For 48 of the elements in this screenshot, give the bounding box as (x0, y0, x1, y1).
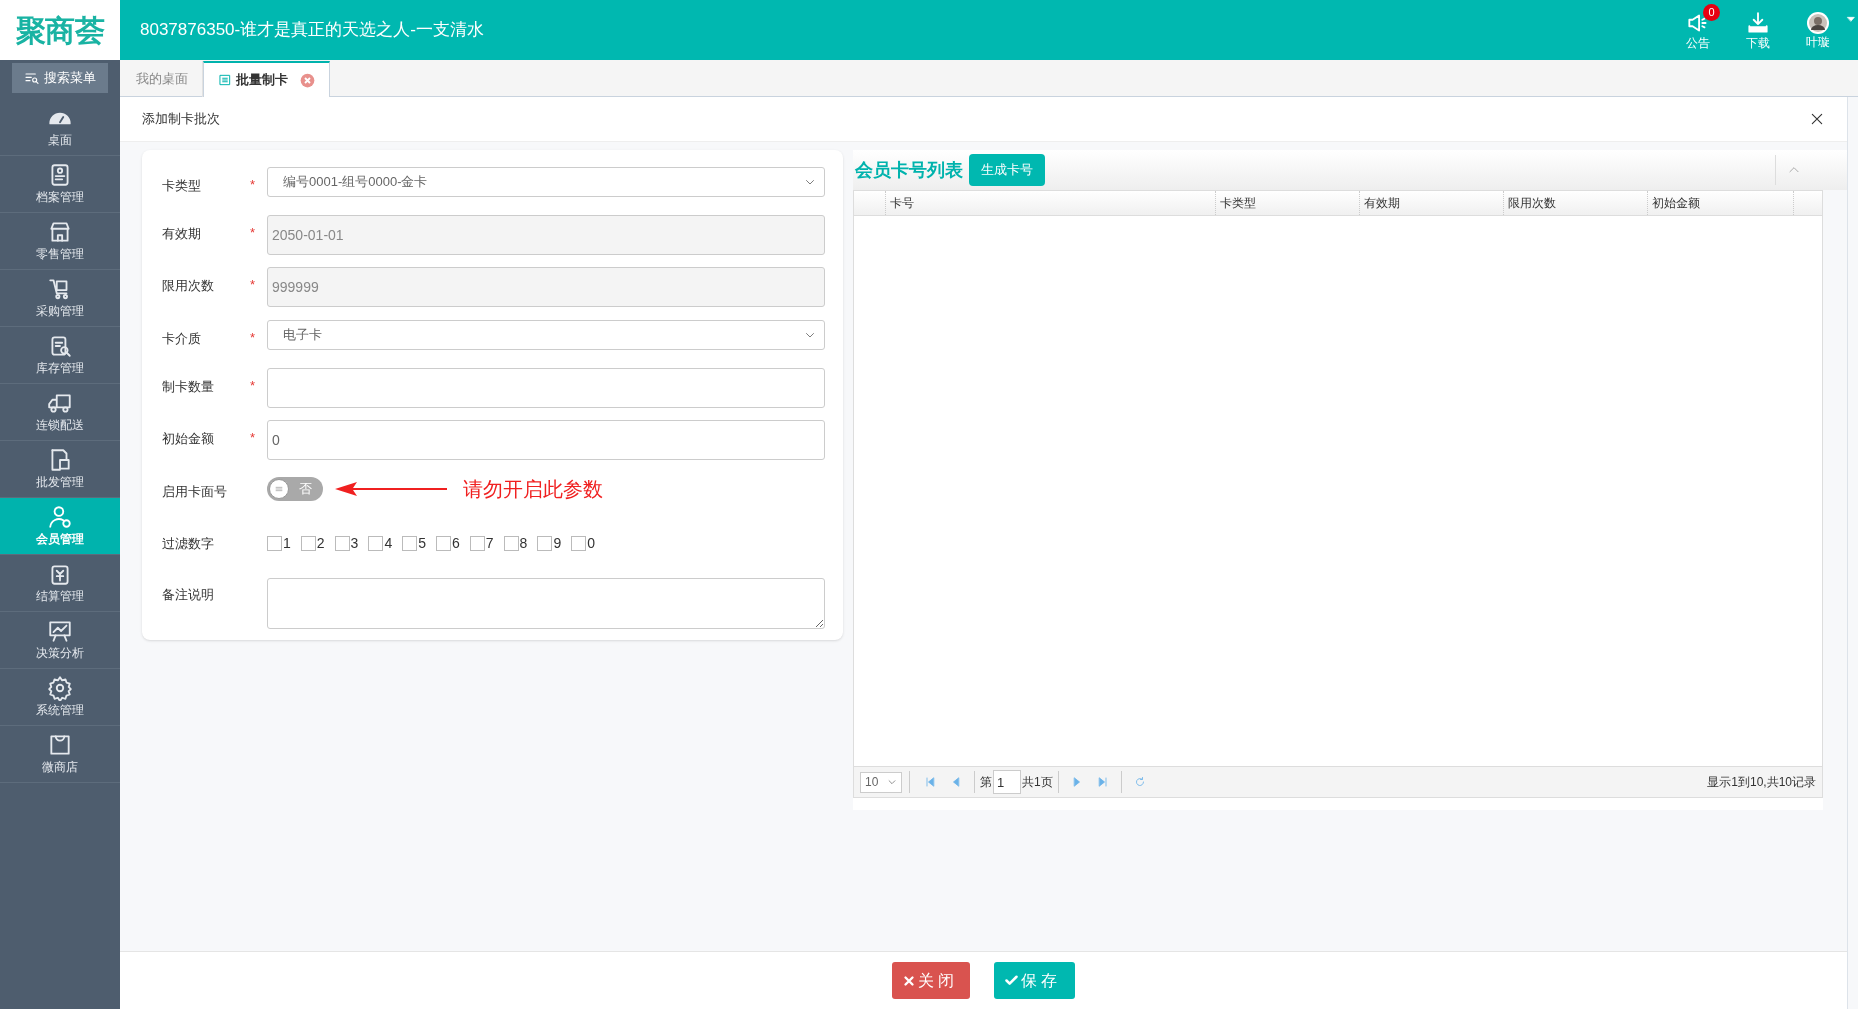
column-header: 初始金额 (1648, 191, 1794, 215)
required-mark: * (250, 177, 256, 192)
notification-badge: 0 (1703, 4, 1720, 21)
checkbox[interactable]: 2 (300, 532, 325, 554)
checkbox[interactable]: 0 (571, 532, 595, 554)
field-label: 启用卡面号 (162, 483, 227, 502)
required-mark: * (250, 430, 256, 446)
tab[interactable]: 批量制卡 (203, 61, 330, 97)
required-mark: * (250, 224, 256, 240)
column-header: 有效期 (1360, 191, 1504, 215)
page-size-select[interactable]: 10 (860, 771, 902, 793)
field-label: 卡类型 (162, 177, 201, 195)
record-summary: 显示1到10,共10记录 (1707, 774, 1816, 791)
search-menu-button[interactable]: 搜索菜单 (12, 63, 108, 93)
logo: 聚商荟 (16, 12, 104, 49)
required-mark: * (250, 330, 256, 346)
checkbox[interactable]: 4 (368, 532, 393, 554)
checkbox[interactable]: 7 (469, 532, 494, 554)
column-header: 限用次数 (1504, 191, 1648, 215)
field-label: 备注说明 (162, 586, 214, 605)
checkbox[interactable]: 9 (537, 532, 562, 554)
warning-note: 请勿开启此参数 (463, 477, 603, 503)
dialog-title: 添加制卡批次 (142, 110, 220, 129)
close-dialog-button[interactable]: 关闭 (892, 962, 970, 999)
field-label: 过滤数字 (162, 534, 214, 553)
input-field[interactable]: 0 (267, 420, 825, 461)
field-label: 有效期 (162, 224, 201, 243)
select-field[interactable]: 电子卡 (267, 320, 825, 351)
checkbox[interactable]: 1 (267, 532, 291, 554)
checkbox[interactable]: 5 (402, 532, 426, 554)
checkbox[interactable]: 8 (503, 532, 528, 554)
notice-button[interactable]: 公告 0 (1668, 0, 1728, 60)
column-header: 卡类型 (1216, 191, 1360, 215)
field-label: 制卡数量 (162, 377, 214, 396)
select-field[interactable]: 编号0001-组号0000-金卡 (267, 167, 825, 197)
page-title: 8037876350-谁才是真正的天选之人-一支清水 (140, 19, 484, 42)
pager-label: 第 (980, 774, 992, 791)
pager-label: 共1页 (1022, 774, 1053, 791)
section-title: 会员卡号列表 (855, 158, 963, 182)
checkbox[interactable]: 6 (436, 532, 460, 554)
required-mark: * (250, 377, 256, 393)
field-label: 卡介质 (162, 330, 201, 349)
field-label: 限用次数 (162, 277, 214, 296)
required-mark: * (250, 277, 256, 293)
checkbox[interactable]: 3 (334, 532, 359, 554)
field-label: 初始金额 (162, 430, 214, 449)
page-number-field[interactable]: 1 (993, 770, 1021, 794)
column-header: 卡号 (886, 191, 1216, 215)
